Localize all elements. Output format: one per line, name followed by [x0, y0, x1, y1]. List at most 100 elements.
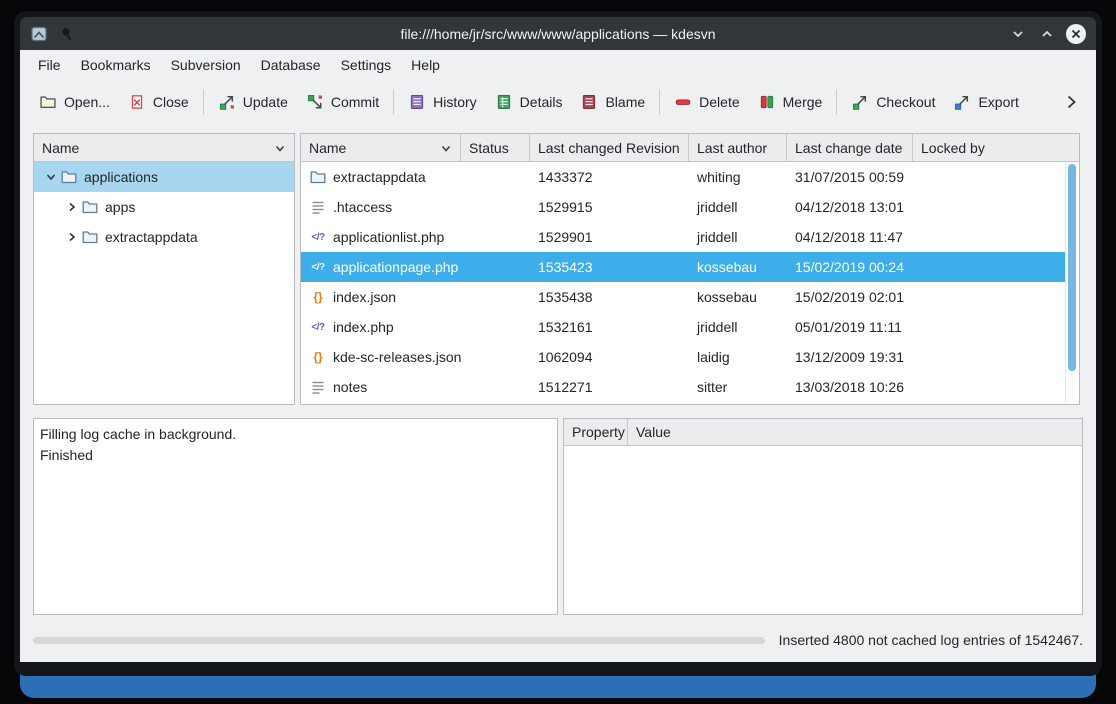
minimize-button[interactable]	[1008, 24, 1028, 44]
column-header-value[interactable]: Value	[628, 419, 1082, 445]
titlebar-right	[946, 24, 1096, 44]
document-close-icon	[128, 93, 146, 111]
open-button[interactable]: Open...	[30, 88, 119, 116]
menu-subversion[interactable]: Subversion	[161, 53, 251, 77]
toolbar-separator	[659, 89, 660, 115]
log-output-panel: Filling log cache in background. Finishe…	[33, 418, 558, 615]
checkout-button[interactable]: Checkout	[842, 88, 944, 116]
commit-label: Commit	[331, 94, 379, 110]
repository-tree-panel: Name applications	[33, 133, 295, 405]
export-button[interactable]: Export	[944, 88, 1027, 116]
titlebar: file:///home/jr/src/www/www/applications…	[20, 17, 1096, 50]
table-row-selected[interactable]: applicationpage.php 1535423 kossebau 15/…	[301, 252, 1066, 282]
folder-icon	[81, 228, 99, 246]
file-revision: 1529915	[530, 199, 689, 215]
tree-item-label: apps	[105, 199, 135, 215]
details-label: Details	[520, 94, 563, 110]
toolbar-separator	[203, 89, 204, 115]
table-row[interactable]: index.php 1532161 jriddell 05/01/2019 11…	[301, 312, 1066, 342]
menu-database[interactable]: Database	[251, 53, 331, 77]
app-icon[interactable]	[30, 25, 48, 43]
properties-header: Property Value	[564, 419, 1082, 446]
blame-button[interactable]: Blame	[571, 88, 654, 116]
tree-item-applications[interactable]: applications	[34, 162, 294, 192]
details-button[interactable]: Details	[486, 88, 572, 116]
json-file-icon	[309, 288, 327, 306]
chevron-right-icon[interactable]	[63, 201, 81, 213]
file-name: applicationpage.php	[333, 259, 458, 275]
tree-item-label: extractappdata	[105, 229, 198, 245]
column-header-name[interactable]: Name	[301, 134, 461, 161]
file-author: laidig	[689, 349, 787, 365]
tree-header-label: Name	[42, 140, 79, 156]
properties-panel: Property Value	[563, 418, 1083, 615]
file-revision: 1532161	[530, 319, 689, 335]
file-revision: 1062094	[530, 349, 689, 365]
file-name: .htaccess	[333, 199, 392, 215]
file-name: kde-sc-releases.json	[333, 349, 461, 365]
column-header-date[interactable]: Last change date	[787, 134, 913, 161]
file-revision: 1433372	[530, 169, 689, 185]
file-name: index.json	[333, 289, 396, 305]
close-button[interactable]	[1066, 24, 1086, 44]
delete-label: Delete	[699, 94, 739, 110]
table-row[interactable]: .htaccess 1529915 jriddell 04/12/2018 13…	[301, 192, 1066, 222]
table-row[interactable]: extractappdata 1433372 whiting 31/07/201…	[301, 162, 1066, 192]
file-date: 15/02/2019 02:01	[787, 289, 913, 305]
table-row[interactable]: notes 1512271 sitter 13/03/2018 10:26	[301, 372, 1066, 402]
tree-item-apps[interactable]: apps	[34, 192, 294, 222]
tree-item-label: applications	[84, 169, 158, 185]
update-button[interactable]: Update	[209, 88, 297, 116]
file-name: index.php	[333, 319, 394, 335]
details-icon	[495, 93, 513, 111]
progress-bar	[33, 637, 765, 644]
text-file-icon	[309, 378, 327, 396]
menu-bookmarks[interactable]: Bookmarks	[71, 53, 161, 77]
toolbar-overflow-button[interactable]	[1056, 91, 1086, 113]
file-author: sitter	[689, 379, 787, 395]
file-revision: 1535438	[530, 289, 689, 305]
file-author: jriddell	[689, 199, 787, 215]
column-header-locked[interactable]: Locked by	[913, 134, 1079, 161]
folder-icon	[60, 168, 78, 186]
commit-button[interactable]: Commit	[297, 88, 388, 116]
pin-icon[interactable]	[58, 25, 76, 43]
php-file-icon	[309, 318, 327, 336]
folder-open-icon	[39, 93, 57, 111]
sort-indicator-icon	[440, 142, 452, 154]
scrollbar-thumb[interactable]	[1068, 164, 1076, 371]
table-row[interactable]: kde-sc-releases.json 1062094 laidig 13/1…	[301, 342, 1066, 372]
maximize-button[interactable]	[1037, 24, 1057, 44]
file-revision: 1535423	[530, 259, 689, 275]
column-header-revision[interactable]: Last changed Revision	[530, 134, 689, 161]
table-row[interactable]: applicationlist.php 1529901 jriddell 04/…	[301, 222, 1066, 252]
delete-icon	[674, 93, 692, 111]
vertical-scrollbar[interactable]	[1065, 162, 1078, 403]
column-header-property[interactable]: Property	[564, 419, 628, 445]
delete-button[interactable]: Delete	[665, 88, 748, 116]
tree-header[interactable]: Name	[34, 134, 294, 162]
menu-file[interactable]: File	[28, 53, 71, 77]
json-file-icon	[309, 348, 327, 366]
chevron-down-icon[interactable]	[42, 171, 60, 183]
merge-button[interactable]: Merge	[749, 88, 832, 116]
chevron-right-icon[interactable]	[63, 231, 81, 243]
history-button[interactable]: History	[399, 88, 486, 116]
toolbar-separator	[393, 89, 394, 115]
close-document-button[interactable]: Close	[119, 88, 198, 116]
menu-settings[interactable]: Settings	[331, 53, 402, 77]
log-line: Filling log cache in background.	[40, 424, 551, 445]
desktop: file:///home/jr/src/www/www/applications…	[0, 0, 1116, 704]
blame-icon	[580, 93, 598, 111]
merge-icon	[758, 93, 776, 111]
toolbar-separator	[836, 89, 837, 115]
table-row[interactable]: index.json 1535438 kossebau 15/02/2019 0…	[301, 282, 1066, 312]
window-title: file:///home/jr/src/www/www/applications…	[170, 26, 946, 42]
text-file-icon	[309, 198, 327, 216]
column-header-status[interactable]: Status	[461, 134, 530, 161]
column-header-author[interactable]: Last author	[689, 134, 787, 161]
tree-item-extractappdata[interactable]: extractappdata	[34, 222, 294, 252]
window-content: File Bookmarks Subversion Database Setti…	[20, 50, 1096, 662]
menu-help[interactable]: Help	[401, 53, 450, 77]
history-label: History	[433, 94, 477, 110]
